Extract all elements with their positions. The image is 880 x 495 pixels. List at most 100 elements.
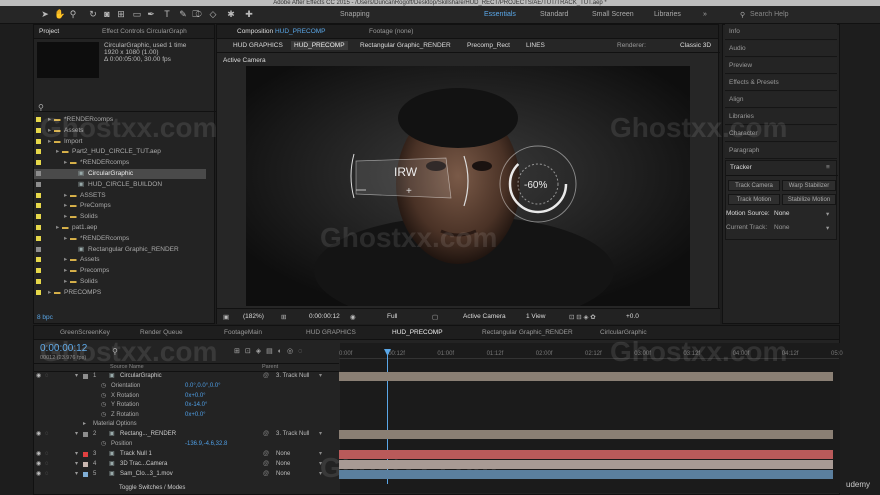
parent-dropdown[interactable]: None — [276, 450, 290, 459]
timeline-layer-row[interactable]: ◉ ◌ ▾ 4 ▣ 3D Trac...Camera @ None ▾ — [33, 460, 335, 469]
disclosure-arrow-icon[interactable]: ▸ — [64, 255, 67, 265]
timeline-prop-row[interactable]: ◷ Y Rotation 0x-14.0° — [33, 401, 335, 410]
roto-brush-tool-icon[interactable]: ✱ — [226, 9, 236, 20]
breadcrumb-lines[interactable]: LINES — [526, 42, 545, 49]
snapping-label[interactable]: Snapping — [340, 11, 370, 18]
tree-item[interactable]: ▸ ▬ Precomps — [34, 266, 206, 276]
chevron-down-icon[interactable]: ▾ — [319, 430, 322, 439]
tree-item[interactable]: ▸ ▬ pat1.aep — [34, 223, 206, 233]
tab-composition[interactable]: Composition HUD_PRECOMP — [237, 28, 326, 35]
roi-icon[interactable]: ▢ — [432, 313, 438, 321]
panel-item-paragraph[interactable]: Paragraph — [725, 143, 837, 159]
disclosure-arrow-icon[interactable]: ▸ — [64, 158, 67, 168]
pan-behind-tool-icon[interactable]: ⊞ — [116, 9, 126, 20]
exposure-value[interactable]: +0.0 — [626, 313, 639, 320]
tree-item[interactable]: ▸ ▬ Solids — [34, 277, 206, 287]
visibility-eye-icon[interactable]: ◉ — [36, 372, 41, 381]
tree-item[interactable]: ▸ ▬ *RENDERcomps — [34, 234, 206, 244]
disclosure-arrow-icon[interactable]: ▸ — [56, 223, 59, 233]
stopwatch-icon[interactable]: ◷ — [101, 392, 106, 401]
timeline-tab[interactable]: GreenScreenKey — [60, 329, 110, 336]
breadcrumb-rect-graphic[interactable]: Rectangular Graphic_RENDER — [360, 42, 451, 49]
layer-name[interactable]: Rectang..._RENDER — [120, 430, 176, 439]
zoom-tool-icon[interactable]: ⚲ — [68, 9, 78, 20]
motion-source-dropdown[interactable]: None — [774, 210, 790, 217]
mask-tool-icon[interactable]: ▭ — [132, 9, 142, 20]
type-tool-icon[interactable]: T — [162, 9, 172, 20]
expand-arrow-icon[interactable]: ▾ — [75, 372, 78, 381]
stopwatch-icon[interactable]: ◷ — [101, 440, 106, 449]
views-dropdown[interactable]: 1 View — [526, 313, 545, 320]
brush-tool-icon[interactable]: ✎ — [178, 9, 188, 20]
property-value[interactable]: 0x+0.0° — [185, 411, 206, 420]
panel-item-effects-presets[interactable]: Effects & Presets — [725, 75, 837, 91]
pickwhip-icon[interactable]: @ — [263, 372, 269, 381]
disclosure-arrow-icon[interactable]: ▸ — [64, 277, 67, 287]
selection-tool-icon[interactable]: ➤ — [40, 9, 50, 20]
visibility-eye-icon[interactable]: ◉ — [36, 430, 41, 439]
panel-item-info[interactable]: Info — [725, 24, 837, 40]
property-value[interactable]: 0x+0.0° — [185, 392, 206, 401]
expand-arrow-icon[interactable]: ▸ — [83, 420, 86, 429]
panel-item-align[interactable]: Align — [725, 92, 837, 108]
timeline-layer-row[interactable]: ◉ ◌ ▾ 2 ▣ Rectang..._RENDER @3. Track Null ▾ — [33, 430, 335, 439]
panel-item-preview[interactable]: Preview — [725, 58, 837, 74]
audio-icon[interactable]: ◌ — [45, 430, 49, 439]
tree-item[interactable]: ▣ CircularGraphic — [34, 169, 206, 179]
eraser-tool-icon[interactable]: ◇ — [208, 9, 218, 20]
current-time[interactable]: 0:00:00:12 — [309, 313, 340, 320]
property-value[interactable]: -136.9,-4.6,32.8 — [185, 440, 227, 449]
snapshot-icon[interactable]: ◉ — [350, 313, 356, 321]
stopwatch-icon[interactable]: ◷ — [101, 401, 106, 410]
timeline-prop-row[interactable]: ◷ Position -136.9,-4.6,32.8 — [33, 440, 335, 449]
track-motion-button[interactable]: Track Motion — [728, 194, 780, 205]
camera-view-dropdown[interactable]: Active Camera — [463, 313, 506, 320]
bpc-label[interactable]: 8 bpc — [37, 314, 53, 321]
layer-name[interactable]: 3D Trac...Camera — [120, 460, 167, 469]
timeline-tab[interactable]: Render Queue — [140, 329, 183, 336]
expand-arrow-icon[interactable]: ▾ — [75, 430, 78, 439]
timeline-layer-row[interactable]: ◉ ◌ ▾ 3 ▣ Track Null 1 @ None ▾ — [33, 450, 335, 459]
tracker-menu-icon[interactable]: ≡ — [826, 164, 830, 171]
disclosure-arrow-icon[interactable]: ▸ — [64, 212, 67, 222]
breadcrumb-hud-precomp[interactable]: HUD_PRECOMP — [291, 41, 348, 50]
camera-tool-icon[interactable]: ◙ — [102, 9, 112, 20]
timeline-prop-row[interactable]: ◷ Orientation 0.0°,0.0°,0.0° — [33, 382, 335, 391]
clone-stamp-tool-icon[interactable]: ⎄ — [192, 9, 202, 20]
warp-stabilizer-button[interactable]: Warp Stabilizer — [782, 180, 836, 191]
puppet-tool-icon[interactable]: ✚ — [244, 9, 254, 20]
tree-item[interactable]: ▸ ▬ *RENDERcomps — [34, 158, 206, 168]
toggle-switches-modes[interactable]: Toggle Switches / Modes — [119, 485, 185, 491]
layer-duration-bar[interactable] — [339, 372, 833, 381]
expand-arrow-icon[interactable]: ▾ — [75, 470, 78, 479]
tree-item[interactable]: ▣ HUD_CIRCLE_BUILDON — [34, 180, 206, 190]
expand-arrow-icon[interactable]: ▾ — [75, 450, 78, 459]
layer-name[interactable]: Sam_Clo...3_1.mov — [120, 470, 173, 479]
timeline-tab[interactable]: HUD_PRECOMP — [392, 329, 443, 336]
grid-icon[interactable]: ⊞ — [281, 313, 286, 321]
layer-name[interactable]: Track Null 1 — [120, 450, 152, 459]
timeline-layer-row[interactable]: ◉ ◌ ▾ 5 ▣ Sam_Clo...3_1.mov @ None ▾ — [33, 470, 335, 479]
tree-item[interactable]: ▸ ▬ ASSETS — [34, 191, 206, 201]
workspace-essentials[interactable]: Essentials — [484, 11, 516, 18]
layer-duration-bar[interactable] — [339, 449, 833, 459]
stabilize-motion-button[interactable]: Stabilize Motion — [782, 194, 836, 205]
timeline-layer-row[interactable]: ◉ ◌ ▾ 1 ▣ CircularGraphic @3. Track Null ▾ — [33, 372, 335, 381]
search-help-input[interactable]: Search Help — [750, 11, 789, 18]
parent-dropdown[interactable]: 3. Track Null — [276, 372, 309, 381]
layer-duration-bar[interactable] — [339, 430, 833, 439]
tree-item[interactable]: ▸ ▬ Solids — [34, 212, 206, 222]
timeline-tab[interactable]: FootageMain — [224, 329, 262, 336]
parent-dropdown[interactable]: 3. Track Null — [276, 430, 309, 439]
pickwhip-icon[interactable]: @ — [263, 470, 269, 479]
tab-project[interactable]: Project — [39, 28, 59, 35]
chevron-down-icon[interactable]: ▾ — [826, 210, 829, 218]
timeline-prop-row[interactable]: ◷ X Rotation 0x+0.0° — [33, 392, 335, 401]
chevron-down-icon[interactable]: ▾ — [826, 224, 829, 232]
layer-name[interactable]: CircularGraphic — [120, 372, 162, 381]
disclosure-arrow-icon[interactable]: ▸ — [48, 288, 51, 298]
parent-dropdown[interactable]: None — [276, 460, 290, 469]
timeline-tab[interactable]: CirlcularGraphic — [600, 329, 647, 336]
pickwhip-icon[interactable]: @ — [263, 450, 269, 459]
pen-tool-icon[interactable]: ✒ — [146, 9, 156, 20]
